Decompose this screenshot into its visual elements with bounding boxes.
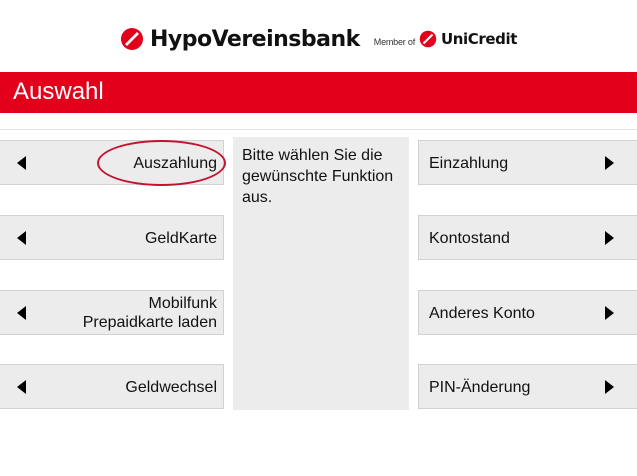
instruction-text: Bitte wählen Sie die gewünschte Funktion…	[242, 147, 394, 206]
button-label: Einzahlung	[429, 155, 509, 172]
button-label: Auszahlung	[133, 155, 217, 172]
member-of-text: Member of	[373, 37, 415, 47]
brand-name: HypoVereinsbank	[149, 26, 360, 52]
kontostand-button[interactable]: Kontostand	[418, 215, 637, 260]
auszahlung-button[interactable]: Auszahlung	[0, 140, 224, 185]
arrow-left-icon	[17, 155, 26, 170]
instruction-panel: Bitte wählen Sie die gewünschte Funktion…	[233, 137, 409, 410]
mobilfunk-prepaid-button[interactable]: Mobilfunk Prepaidkarte laden	[0, 290, 224, 335]
header: HypoVereinsbank Member of UniCredit	[0, 0, 637, 68]
arrow-right-icon	[605, 230, 614, 245]
bank-logo: HypoVereinsbank Member of UniCredit	[0, 24, 637, 54]
button-label: Anderes Konto	[429, 305, 535, 322]
title-bar: Auswahl	[0, 72, 637, 113]
hvb-logo-icon	[120, 28, 143, 50]
button-label: PIN-Änderung	[429, 379, 531, 396]
button-label-line2: Prepaidkarte laden	[82, 314, 217, 331]
partner-name: UniCredit	[441, 30, 518, 48]
button-label: Geldwechsel	[125, 379, 217, 396]
arrow-left-icon	[17, 379, 26, 394]
button-label: Mobilfunk Prepaidkarte laden	[83, 294, 217, 332]
button-label: Kontostand	[429, 230, 510, 247]
arrow-right-icon	[605, 305, 614, 320]
arrow-right-icon	[605, 379, 614, 394]
anderes-konto-button[interactable]: Anderes Konto	[418, 290, 637, 335]
divider	[0, 129, 637, 130]
arrow-right-icon	[605, 155, 614, 170]
button-label-line1: Mobilfunk	[148, 295, 217, 312]
arrow-left-icon	[17, 230, 26, 245]
einzahlung-button[interactable]: Einzahlung	[418, 140, 637, 185]
page-title: Auswahl	[13, 78, 104, 105]
geldwechsel-button[interactable]: Geldwechsel	[0, 364, 224, 409]
geldkarte-button[interactable]: GeldKarte	[0, 215, 224, 260]
button-label: GeldKarte	[144, 230, 217, 247]
pin-aenderung-button[interactable]: PIN-Änderung	[418, 364, 637, 409]
unicredit-logo-icon	[419, 30, 437, 48]
arrow-left-icon	[17, 305, 26, 320]
